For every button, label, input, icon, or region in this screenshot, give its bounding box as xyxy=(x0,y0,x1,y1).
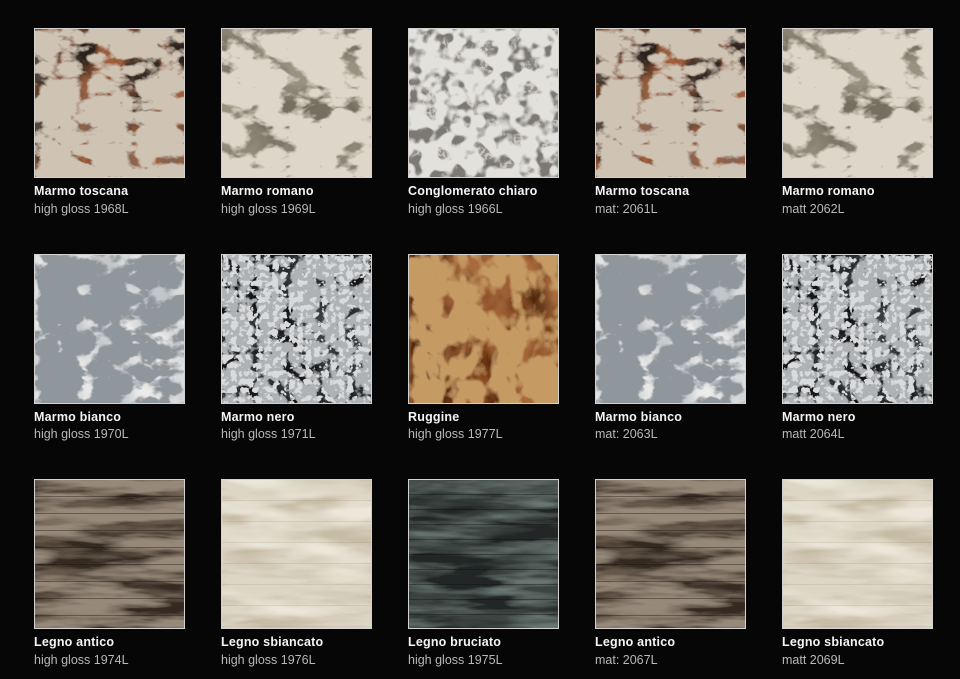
material-finish-code: mat: 2063L xyxy=(595,428,746,442)
material-finish-code: high gloss 1975L xyxy=(408,654,559,668)
material-swatch[interactable] xyxy=(408,254,559,404)
material-swatch[interactable] xyxy=(782,28,933,178)
swatch-caption: Marmo toscana high gloss 1968L xyxy=(34,185,185,217)
swatch-card: Marmo nero matt 2064L xyxy=(782,254,933,443)
material-swatch[interactable] xyxy=(595,28,746,178)
texture-image xyxy=(596,29,745,177)
texture-image xyxy=(409,29,558,177)
swatch-caption: Marmo bianco mat: 2063L xyxy=(595,411,746,443)
swatch-caption: Legno antico mat: 2067L xyxy=(595,636,746,668)
swatch-card: Conglomerato chiaro high gloss 1966L xyxy=(408,28,559,217)
swatch-caption: Marmo romano matt 2062L xyxy=(782,185,933,217)
material-swatch[interactable] xyxy=(34,28,185,178)
material-name: Legno sbiancato xyxy=(782,636,933,650)
material-swatch[interactable] xyxy=(595,479,746,629)
swatch-card: Ruggine high gloss 1977L xyxy=(408,254,559,443)
texture-image xyxy=(222,255,371,403)
material-name: Legno antico xyxy=(34,636,185,650)
material-name: Conglomerato chiaro xyxy=(408,185,559,199)
material-name: Legno bruciato xyxy=(408,636,559,650)
swatch-card: Marmo romano high gloss 1969L xyxy=(221,28,372,217)
plank-lines-overlay xyxy=(783,480,932,628)
texture-image xyxy=(783,29,932,177)
material-swatch[interactable] xyxy=(34,479,185,629)
material-swatch[interactable] xyxy=(221,28,372,178)
material-swatch[interactable] xyxy=(408,479,559,629)
material-finish-code: high gloss 1974L xyxy=(34,654,185,668)
material-swatch[interactable] xyxy=(782,254,933,404)
material-finish-code: matt 2062L xyxy=(782,203,933,217)
material-finish-code: high gloss 1971L xyxy=(221,428,372,442)
plank-lines-overlay xyxy=(596,480,745,628)
texture-image xyxy=(35,255,184,403)
plank-lines-overlay xyxy=(409,480,558,628)
texture-image xyxy=(783,255,932,403)
plank-lines-overlay xyxy=(35,480,184,628)
swatch-caption: Conglomerato chiaro high gloss 1966L xyxy=(408,185,559,217)
material-name: Marmo nero xyxy=(782,411,933,425)
plank-lines-overlay xyxy=(222,480,371,628)
material-swatch[interactable] xyxy=(408,28,559,178)
swatch-caption: Marmo bianco high gloss 1970L xyxy=(34,411,185,443)
material-finish-code: high gloss 1976L xyxy=(221,654,372,668)
material-name: Marmo bianco xyxy=(34,411,185,425)
swatch-caption: Legno bruciato high gloss 1975L xyxy=(408,636,559,668)
texture-image xyxy=(409,255,558,403)
texture-image xyxy=(35,29,184,177)
material-finish-code: high gloss 1970L xyxy=(34,428,185,442)
material-name: Marmo bianco xyxy=(595,411,746,425)
swatch-card: Legno sbiancato matt 2069L xyxy=(782,479,933,668)
material-finish-code: high gloss 1968L xyxy=(34,203,185,217)
swatch-card: Marmo toscana high gloss 1968L xyxy=(34,28,185,217)
swatch-grid: Marmo toscana high gloss 1968L Marmo rom… xyxy=(0,0,960,668)
material-name: Legno sbiancato xyxy=(221,636,372,650)
material-name: Marmo romano xyxy=(782,185,933,199)
swatch-caption: Marmo toscana mat: 2061L xyxy=(595,185,746,217)
swatch-card: Marmo toscana mat: 2061L xyxy=(595,28,746,217)
swatch-card: Legno antico mat: 2067L xyxy=(595,479,746,668)
swatch-caption: Ruggine high gloss 1977L xyxy=(408,411,559,443)
material-swatch[interactable] xyxy=(221,254,372,404)
texture-image xyxy=(596,255,745,403)
material-name: Marmo toscana xyxy=(595,185,746,199)
material-finish-code: high gloss 1966L xyxy=(408,203,559,217)
swatch-card: Marmo nero high gloss 1971L xyxy=(221,254,372,443)
material-finish-code: high gloss 1969L xyxy=(221,203,372,217)
swatch-caption: Legno sbiancato high gloss 1976L xyxy=(221,636,372,668)
texture-image xyxy=(222,29,371,177)
swatch-card: Legno antico high gloss 1974L xyxy=(34,479,185,668)
swatch-caption: Legno sbiancato matt 2069L xyxy=(782,636,933,668)
swatch-card: Legno sbiancato high gloss 1976L xyxy=(221,479,372,668)
material-name: Marmo nero xyxy=(221,411,372,425)
material-finish-code: mat: 2067L xyxy=(595,654,746,668)
swatch-card: Legno bruciato high gloss 1975L xyxy=(408,479,559,668)
material-name: Marmo toscana xyxy=(34,185,185,199)
swatch-caption: Marmo nero high gloss 1971L xyxy=(221,411,372,443)
material-name: Ruggine xyxy=(408,411,559,425)
swatch-card: Marmo romano matt 2062L xyxy=(782,28,933,217)
material-finish-code: high gloss 1977L xyxy=(408,428,559,442)
material-finish-code: matt 2064L xyxy=(782,428,933,442)
material-swatch[interactable] xyxy=(34,254,185,404)
material-name: Legno antico xyxy=(595,636,746,650)
swatch-card: Marmo bianco mat: 2063L xyxy=(595,254,746,443)
material-swatch[interactable] xyxy=(595,254,746,404)
material-swatch[interactable] xyxy=(782,479,933,629)
swatch-caption: Marmo romano high gloss 1969L xyxy=(221,185,372,217)
swatch-caption: Legno antico high gloss 1974L xyxy=(34,636,185,668)
material-finish-code: mat: 2061L xyxy=(595,203,746,217)
swatch-card: Marmo bianco high gloss 1970L xyxy=(34,254,185,443)
material-swatch[interactable] xyxy=(221,479,372,629)
material-name: Marmo romano xyxy=(221,185,372,199)
swatch-caption: Marmo nero matt 2064L xyxy=(782,411,933,443)
material-finish-code: matt 2069L xyxy=(782,654,933,668)
